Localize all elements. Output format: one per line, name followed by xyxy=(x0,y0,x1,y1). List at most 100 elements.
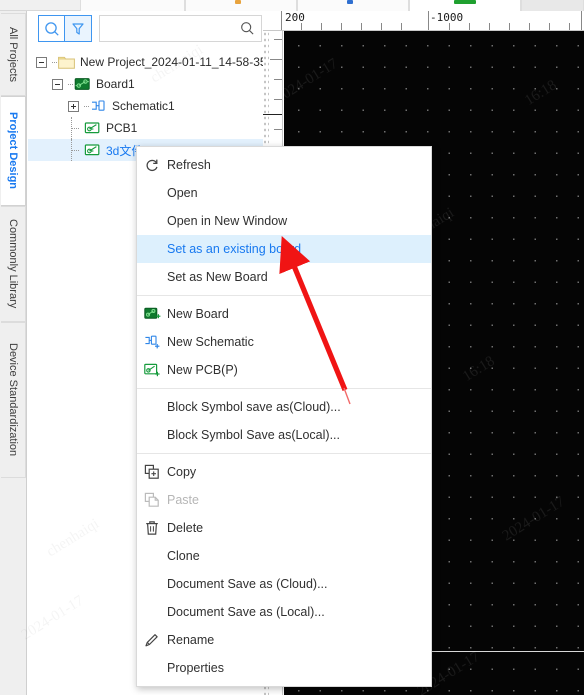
search-input[interactable] xyxy=(100,16,261,41)
menu-item-open[interactable]: Open xyxy=(137,179,431,207)
ruler-major-tick xyxy=(428,11,429,30)
menu-item-clone-label: Clone xyxy=(167,549,200,563)
tab-stub-3[interactable] xyxy=(297,0,409,11)
sidebar-tab-commonly-library-label: Commonly Library xyxy=(7,219,19,309)
menu-item-set-as-existing-board[interactable]: Set as an existing board xyxy=(137,235,431,263)
sidebar-tab-device-standardization-label: Device Standardization xyxy=(7,343,19,457)
menu-item-block-symbol-save-as-cloud[interactable]: Block Symbol save as(Cloud)... xyxy=(137,393,431,421)
sidebar-tab-project-design-label: Project Design xyxy=(7,112,19,190)
menu-item-new-schematic[interactable]: New Schematic xyxy=(137,328,431,356)
menu-item-new-board-label: New Board xyxy=(167,307,229,321)
tab-stub-4[interactable] xyxy=(409,0,521,11)
search-inline-icon[interactable] xyxy=(240,21,255,41)
collapse-expander-icon[interactable] xyxy=(52,78,63,90)
ruler-minor-tick xyxy=(301,23,302,30)
tree-node-project[interactable]: New Project_2024-01-11_14-58-35 xyxy=(28,51,263,73)
search-toolbar xyxy=(38,14,262,43)
application-window: All Projects Project Design Commonly Lib… xyxy=(0,0,584,695)
ruler-minor-tick xyxy=(274,79,282,80)
menu-item-open-in-new-window[interactable]: Open in New Window xyxy=(137,207,431,235)
menu-item-block-symbol-save-as-cloud-label: Block Symbol save as(Cloud)... xyxy=(167,400,341,414)
menu-item-refresh-label: Refresh xyxy=(167,158,211,172)
sidebar-tab-commonly-library[interactable]: Commonly Library xyxy=(1,206,26,322)
menu-item-set-as-existing-board-label: Set as an existing board xyxy=(167,242,302,256)
ruler-minor-tick xyxy=(569,23,570,30)
tree-guide xyxy=(84,95,90,117)
menu-item-paste[interactable]: Paste xyxy=(137,486,431,514)
search-toggle-button[interactable] xyxy=(38,15,65,42)
menu-item-properties[interactable]: Properties xyxy=(137,654,431,682)
expand-expander-icon[interactable] xyxy=(68,100,79,112)
sidebar-tab-project-design[interactable]: Project Design xyxy=(1,96,26,206)
menu-item-refresh[interactable]: Refresh xyxy=(137,151,431,179)
ruler-minor-tick xyxy=(274,99,282,100)
menu-item-block-symbol-save-as-local-label: Block Symbol Save as(Local)... xyxy=(167,428,340,442)
canvas-watermark: 2024-01-17 xyxy=(499,493,568,545)
menu-separator xyxy=(137,453,431,454)
ruler-major-tick xyxy=(281,11,282,30)
collapse-expander-icon[interactable] xyxy=(36,56,47,68)
tree-node-pcb1[interactable]: PCB1 xyxy=(28,117,263,139)
ruler-major-tick xyxy=(581,11,582,30)
ruler-minor-tick xyxy=(270,59,282,60)
sidebar-tab-all-projects[interactable]: All Projects xyxy=(1,13,26,96)
menu-item-rename-label: Rename xyxy=(167,633,215,647)
expander-box xyxy=(36,56,52,68)
tree-node-schematic1-label: Schematic1 xyxy=(112,99,175,113)
trash-icon xyxy=(137,520,167,536)
menu-item-set-as-new-board[interactable]: Set as New Board xyxy=(137,263,431,291)
tab-stub-2[interactable] xyxy=(185,0,297,11)
filter-funnel-icon xyxy=(72,22,84,35)
ruler-minor-tick xyxy=(274,129,282,130)
menu-item-clone[interactable]: Clone xyxy=(137,542,431,570)
menu-item-new-pcb-label: New PCB(P) xyxy=(167,363,238,377)
menu-item-delete[interactable]: Delete xyxy=(137,514,431,542)
tree-node-pcb1-label: PCB1 xyxy=(106,121,138,135)
tree-node-board1[interactable]: Board1 xyxy=(28,73,263,95)
ruler-minor-tick xyxy=(401,23,402,30)
search-field-wrapper[interactable] xyxy=(99,15,262,42)
refresh-icon xyxy=(137,157,167,173)
new-pcb-icon xyxy=(137,363,167,378)
schematic-icon xyxy=(90,99,108,114)
menu-separator xyxy=(137,388,431,389)
filter-toggle-button[interactable] xyxy=(65,15,92,42)
menu-item-new-board[interactable]: New Board xyxy=(137,300,431,328)
expander-box xyxy=(52,78,68,90)
menu-item-document-save-as-cloud[interactable]: Document Save as (Cloud)... xyxy=(137,570,431,598)
context-menu: Refresh Open Open in New Window Set as a… xyxy=(136,146,432,687)
sidebar-tab-device-standardization[interactable]: Device Standardization xyxy=(1,322,26,478)
tree-guide xyxy=(68,117,82,139)
canvas-watermark: 2024-01-17 xyxy=(284,55,341,107)
tab-stub-5[interactable] xyxy=(521,0,584,11)
menu-item-block-symbol-save-as-local[interactable]: Block Symbol Save as(Local)... xyxy=(137,421,431,449)
new-schematic-icon xyxy=(137,335,167,350)
menu-item-properties-label: Properties xyxy=(167,661,224,675)
menu-item-new-schematic-label: New Schematic xyxy=(167,335,254,349)
tab-stub-1[interactable] xyxy=(80,0,185,11)
ruler-label-neg1000: -1000 xyxy=(430,11,464,24)
menu-item-copy-label: Copy xyxy=(167,465,197,479)
ruler-minor-tick xyxy=(449,23,450,30)
menu-item-paste-label: Paste xyxy=(167,493,199,507)
tree-node-project-label: New Project_2024-01-11_14-58-35 xyxy=(80,55,263,69)
left-tab-rail: All Projects Project Design Commonly Lib… xyxy=(0,11,27,695)
tab-stub-4-indicator xyxy=(454,0,476,4)
project-tree: New Project_2024-01-11_14-58-35 Board1 S… xyxy=(28,51,263,161)
menu-item-rename[interactable]: Rename xyxy=(137,626,431,654)
tree-node-schematic1[interactable]: Schematic1 xyxy=(28,95,263,117)
menu-item-document-save-as-cloud-label: Document Save as (Cloud)... xyxy=(167,577,328,591)
menu-item-new-pcb[interactable]: New PCB(P) xyxy=(137,356,431,384)
menu-item-document-save-as-local-label: Document Save as (Local)... xyxy=(167,605,325,619)
ruler-minor-tick xyxy=(361,23,362,30)
copy-icon xyxy=(137,464,167,480)
menu-item-copy[interactable]: Copy xyxy=(137,458,431,486)
ruler-minor-tick xyxy=(529,23,530,30)
ruler-minor-tick xyxy=(469,23,470,30)
menu-item-document-save-as-local[interactable]: Document Save as (Local)... xyxy=(137,598,431,626)
tree-node-board1-label: Board1 xyxy=(96,77,135,91)
search-icon xyxy=(241,22,254,35)
folder-icon xyxy=(58,55,76,70)
canvas-watermark: 16:18 xyxy=(460,353,498,385)
pcb-icon xyxy=(84,121,102,136)
